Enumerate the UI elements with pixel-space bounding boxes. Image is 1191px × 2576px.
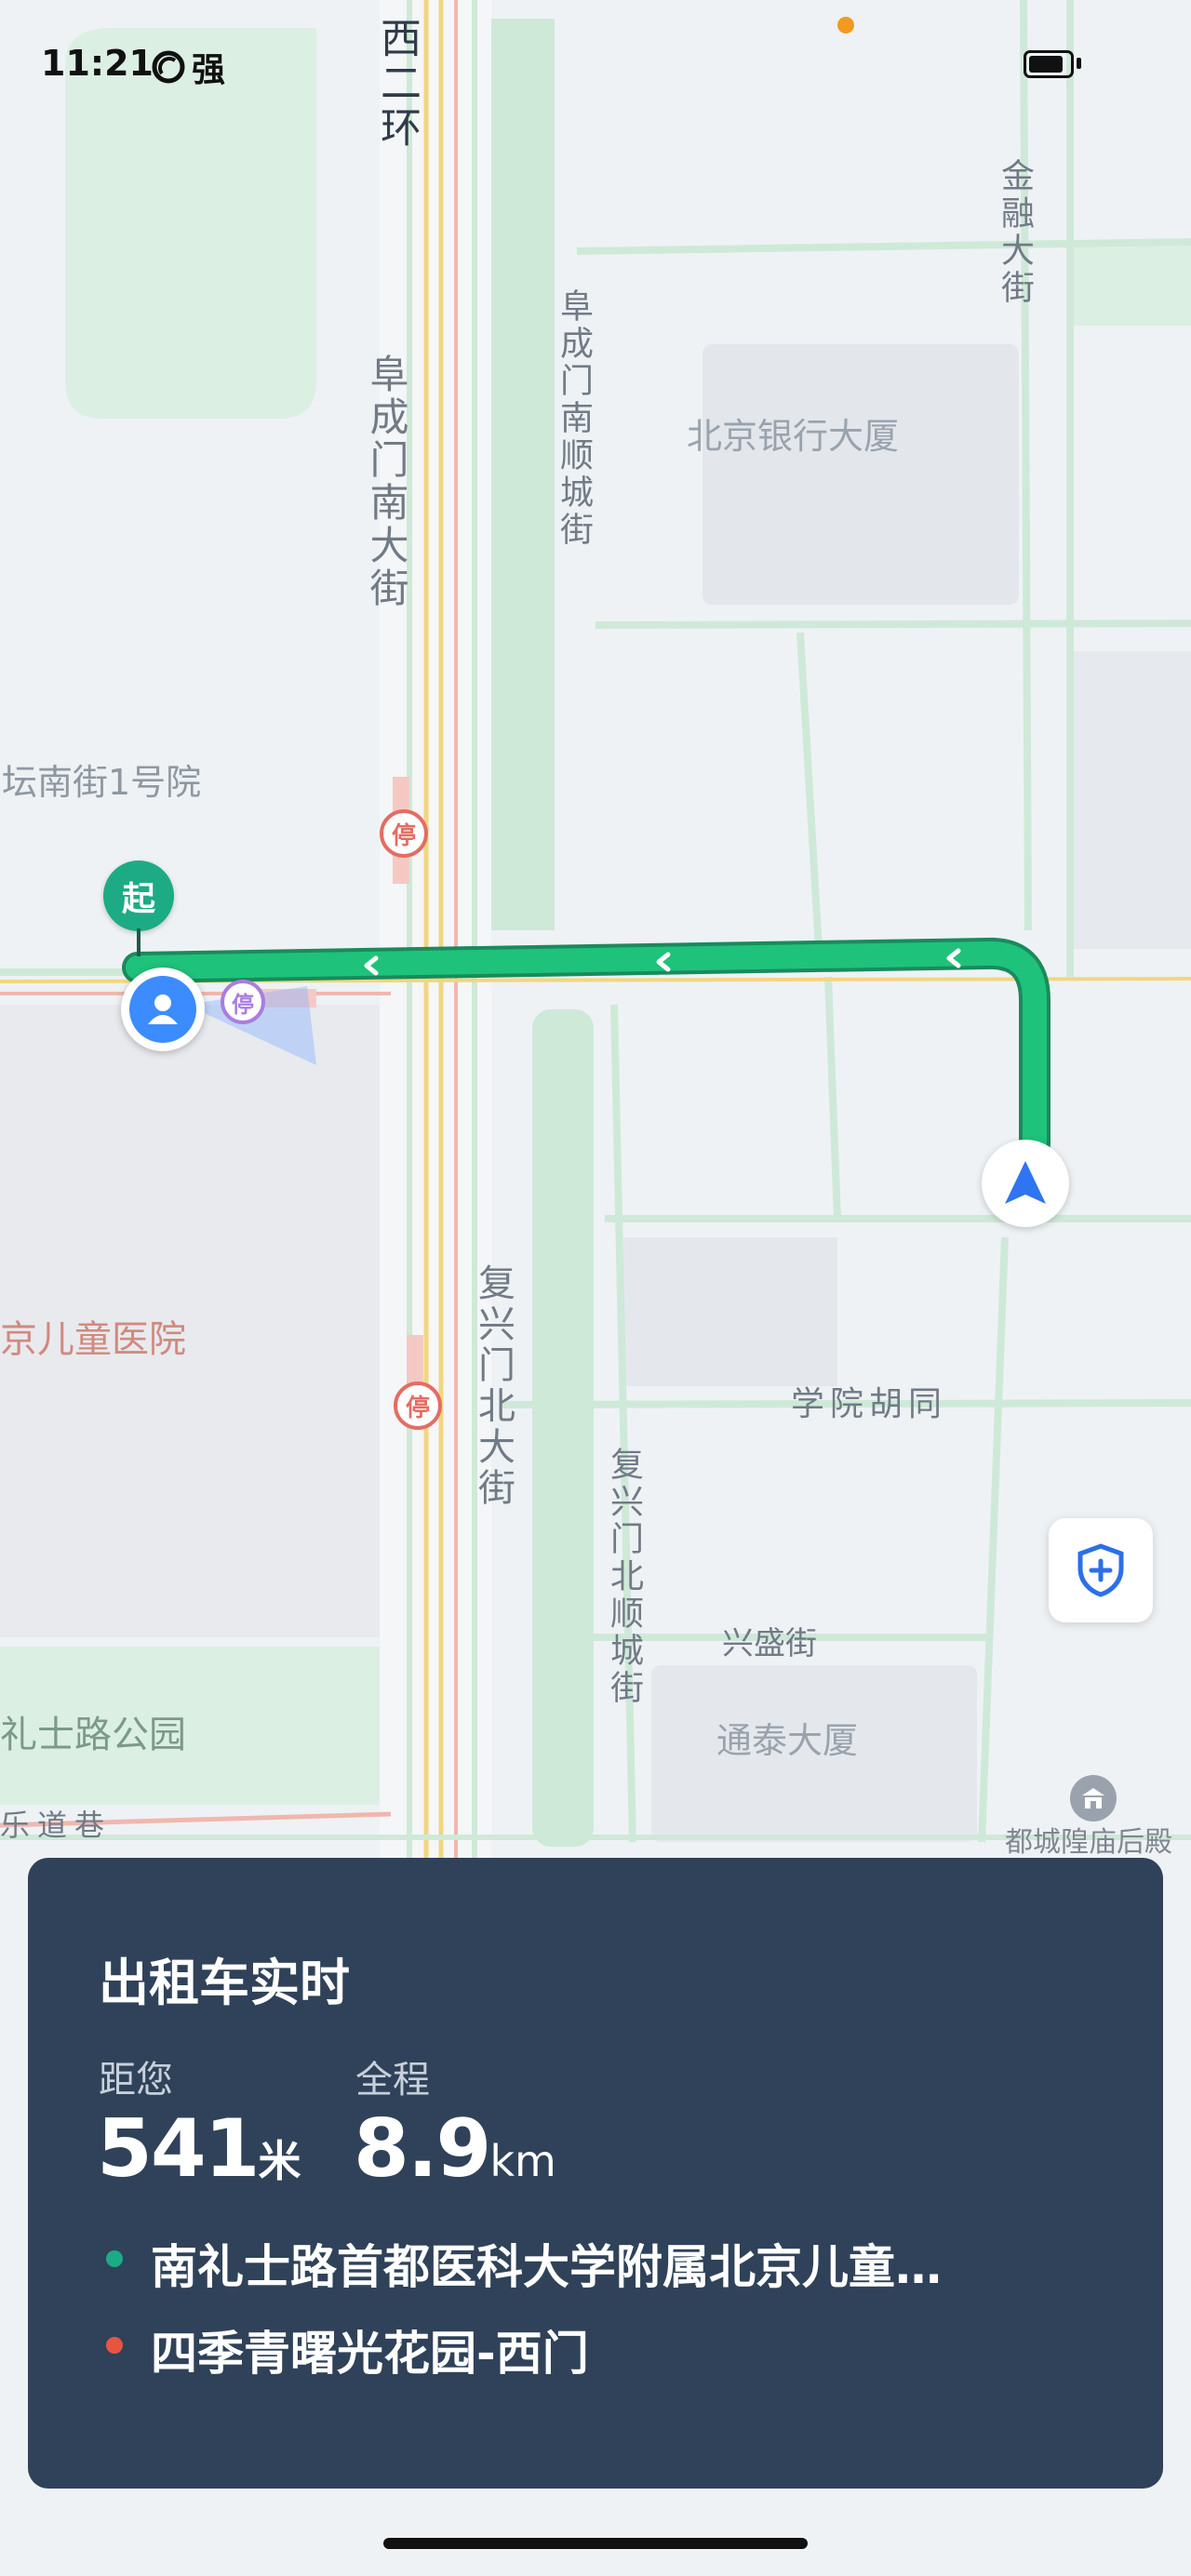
status-time: 11:21 <box>41 43 154 84</box>
battery-icon <box>1024 50 1074 78</box>
card-title: 出租车实时 <box>99 1954 350 2012</box>
user-location-marker[interactable] <box>121 968 205 1051</box>
distance-value: 541 <box>97 2102 261 2196</box>
battery-tip <box>1077 58 1081 69</box>
distance-label: 距您 <box>99 2059 173 2102</box>
total-value-group: 8.9km <box>354 2109 556 2189</box>
destination-dot <box>106 2337 123 2354</box>
distance-unit: 米 <box>258 2136 301 2186</box>
temple-icon <box>1070 1775 1117 1822</box>
user-avatar-icon <box>129 976 196 1043</box>
poi-temple: 都城隍庙后殿 <box>1005 1826 1172 1859</box>
poi-childrens-hospital: 京儿童医院 <box>0 1318 186 1361</box>
total-unit: km <box>489 2136 556 2186</box>
road-label-fuxingmen-north: 复兴门北大街 <box>472 1263 515 1509</box>
distance-value-group: 541米 <box>97 2109 301 2189</box>
road-label-xueyuan-hutong: 学院胡同 <box>791 1385 948 1423</box>
parking-glyph: 停 <box>232 991 254 1018</box>
road-label-west-2nd-ring: 西二环 <box>373 17 421 151</box>
road-label-fuchengmen-shuncheng: 阜成门南顺城街 <box>555 288 593 549</box>
network-strength-label: 强 <box>192 51 226 89</box>
safety-shield-button[interactable] <box>1049 1518 1153 1622</box>
status-network: 强 <box>151 43 225 91</box>
poi-tannan-courtyard: 坛南街1号院 <box>2 762 202 803</box>
taxi-location-marker[interactable] <box>982 1140 1069 1227</box>
road-label-xingsheng: 兴盛街 <box>722 1625 817 1662</box>
origin-dot <box>106 2250 123 2267</box>
road-label-jinrong: 金融大街 <box>996 158 1034 307</box>
shield-plus-icon <box>1077 1543 1124 1597</box>
privacy-indicator-dot <box>837 17 854 33</box>
destination-address: 四季青曙光花园-西门 <box>151 2327 589 2381</box>
start-marker[interactable]: 起 <box>103 861 174 931</box>
road-label-ledao-xiang: 乐道巷 <box>0 1808 113 1843</box>
parking-glyph: 停 <box>391 821 416 850</box>
signal-icon <box>152 50 185 84</box>
taxi-info-card[interactable]: 出租车实时 距您 541米 全程 8.9km 南礼士路首都医科大学附属北京儿童…… <box>28 1858 1163 2489</box>
origin-address: 南礼士路首都医科大学附属北京儿童… <box>151 2240 942 2294</box>
road-label-fuchengmen-south: 阜成门南大街 <box>364 354 409 610</box>
navigation-arrow-icon <box>1005 1161 1046 1204</box>
start-marker-stem <box>137 928 141 956</box>
total-value: 8.9 <box>354 2102 491 2196</box>
road-label-fuxingmen-shuncheng: 复兴门北顺城街 <box>605 1447 643 1707</box>
poi-tongtai-building: 通泰大厦 <box>716 1720 859 1761</box>
parking-icon[interactable]: 停 <box>380 809 428 858</box>
start-label: 起 <box>121 880 155 918</box>
parking-glyph: 停 <box>405 1394 430 1422</box>
poi-bank-building: 北京银行大厦 <box>687 416 900 457</box>
home-indicator[interactable] <box>383 2538 808 2549</box>
total-label: 全程 <box>355 2059 430 2102</box>
poi-park: 礼士路公园 <box>0 1714 186 1756</box>
parking-icon[interactable]: 停 <box>221 980 265 1024</box>
parking-icon[interactable]: 停 <box>394 1381 442 1430</box>
